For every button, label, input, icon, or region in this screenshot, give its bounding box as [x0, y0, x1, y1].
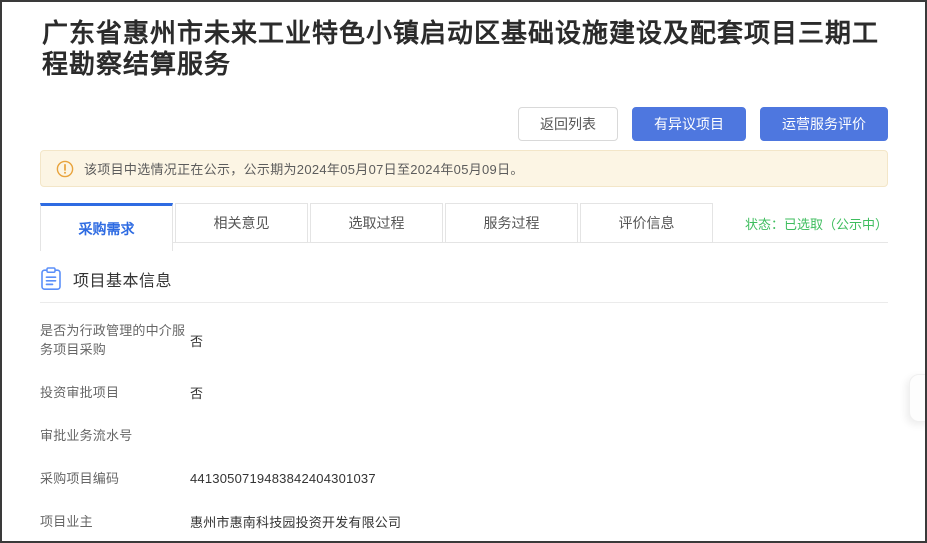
tab-bar: 采购需求 相关意见 选取过程 服务过程 评价信息 状态：已选取（公示中）	[40, 203, 888, 251]
section-header-basic-info: 项目基本信息	[40, 267, 888, 303]
field-label: 是否为行政管理的中介服务项目采购	[40, 321, 190, 359]
field-row: 是否为行政管理的中介服务项目采购 否	[40, 309, 888, 371]
basic-info-field-list: 是否为行政管理的中介服务项目采购 否 投资审批项目 否 审批业务流水号 采购项目…	[40, 309, 888, 543]
tab-evaluation-info[interactable]: 评价信息	[580, 203, 713, 243]
field-row: 投资审批项目 否	[40, 371, 888, 414]
operation-service-eval-button[interactable]: 运营服务评价	[760, 107, 888, 141]
field-value: 惠州市惠南科技园投资开发有限公司	[190, 512, 401, 531]
field-label: 项目业主	[40, 512, 190, 531]
field-row: 审批业务流水号	[40, 414, 888, 457]
side-widget-handle[interactable]	[909, 374, 927, 422]
publicity-notice-banner: 该项目中选情况正在公示，公示期为2024年05月07日至2024年05月09日。	[40, 150, 888, 187]
toolbar: 返回列表 有异议项目 运营服务评价	[40, 107, 888, 141]
page-frame: 广东省惠州市未来工业特色小镇启动区基础设施建设及配套项目三期工程勘察结算服务 返…	[0, 0, 927, 543]
field-label: 审批业务流水号	[40, 426, 190, 445]
field-label: 投资审批项目	[40, 383, 190, 402]
section-title: 项目基本信息	[73, 267, 172, 291]
field-row: 项目业主 惠州市惠南科技园投资开发有限公司	[40, 500, 888, 543]
clipboard-icon	[40, 267, 62, 291]
tab-selection-process[interactable]: 选取过程	[310, 203, 443, 243]
project-status-text: 状态：已选取（公示中）	[745, 203, 888, 243]
field-value: 4413050719483842404301037	[190, 471, 376, 486]
field-label: 采购项目编码	[40, 469, 190, 488]
tab-related-opinions[interactable]: 相关意见	[175, 203, 308, 243]
field-value: 否	[190, 331, 203, 350]
publicity-notice-text: 该项目中选情况正在公示，公示期为2024年05月07日至2024年05月09日。	[84, 159, 524, 178]
exclamation-circle-icon	[56, 160, 74, 178]
tab-service-process[interactable]: 服务过程	[445, 203, 578, 243]
back-to-list-button[interactable]: 返回列表	[518, 107, 618, 141]
page-title: 广东省惠州市未来工业特色小镇启动区基础设施建设及配套项目三期工程勘察结算服务	[42, 18, 888, 80]
field-value: 否	[190, 383, 203, 402]
field-row: 采购项目编码 4413050719483842404301037	[40, 457, 888, 500]
objection-project-button[interactable]: 有异议项目	[632, 107, 746, 141]
tab-procurement-requirements[interactable]: 采购需求	[40, 203, 173, 251]
